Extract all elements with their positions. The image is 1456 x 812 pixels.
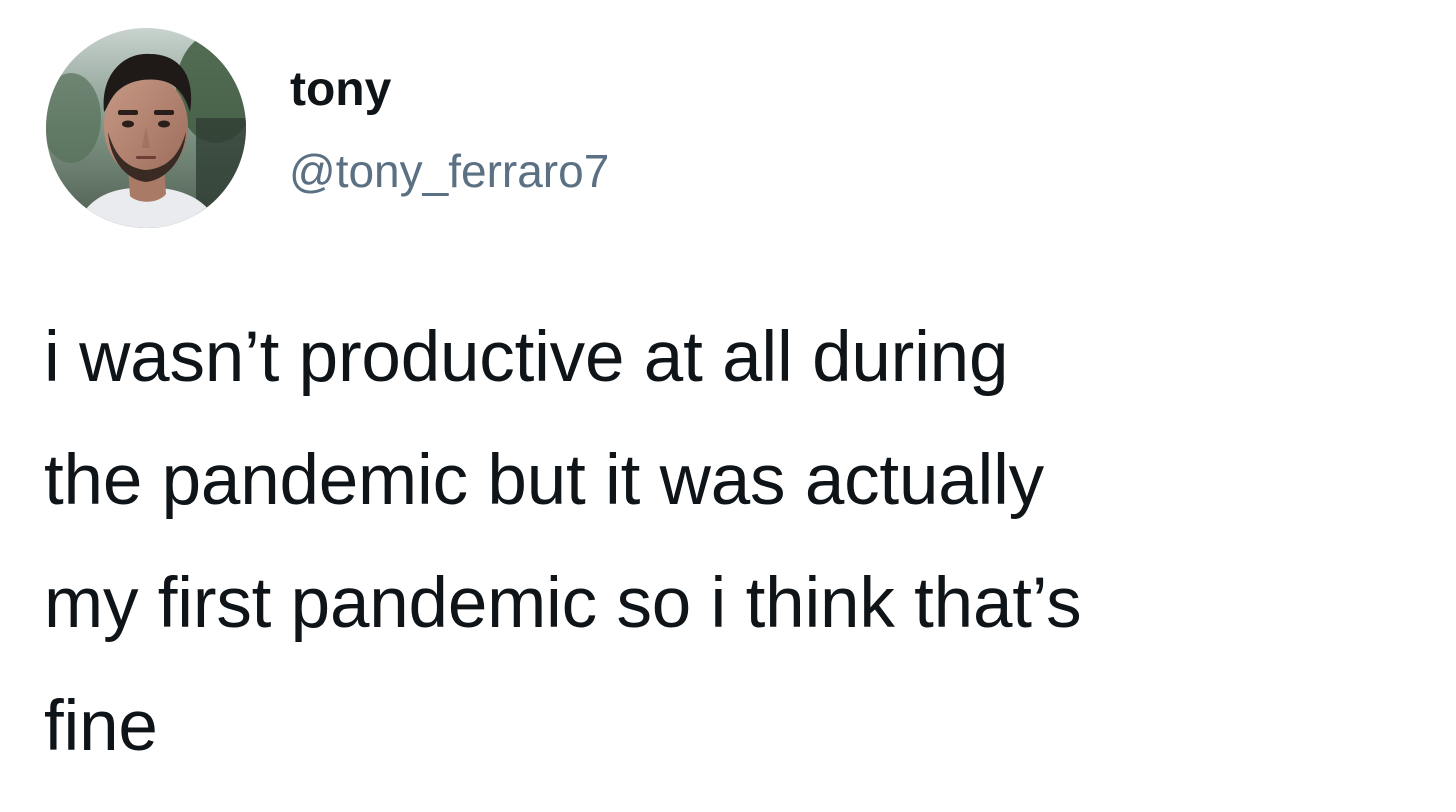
tweet-text-line: i wasn’t productive at all during — [44, 318, 1009, 397]
tweet-text-line: the pandemic but it was actually — [44, 441, 1044, 520]
tweet-text-line: fine — [44, 687, 158, 766]
tweet-text: i wasn’t productive at all during the pa… — [44, 296, 1434, 788]
avatar[interactable] — [46, 28, 246, 228]
tweet-card: tony @tony_ferraro7 i wasn’t productive … — [0, 0, 1456, 812]
author-handle[interactable]: @tony_ferraro7 — [289, 141, 609, 201]
author-display-name[interactable]: tony — [290, 58, 391, 122]
profile-photo-icon — [46, 28, 246, 228]
tweet-text-line: my first pandemic so i think that’s — [44, 564, 1082, 643]
